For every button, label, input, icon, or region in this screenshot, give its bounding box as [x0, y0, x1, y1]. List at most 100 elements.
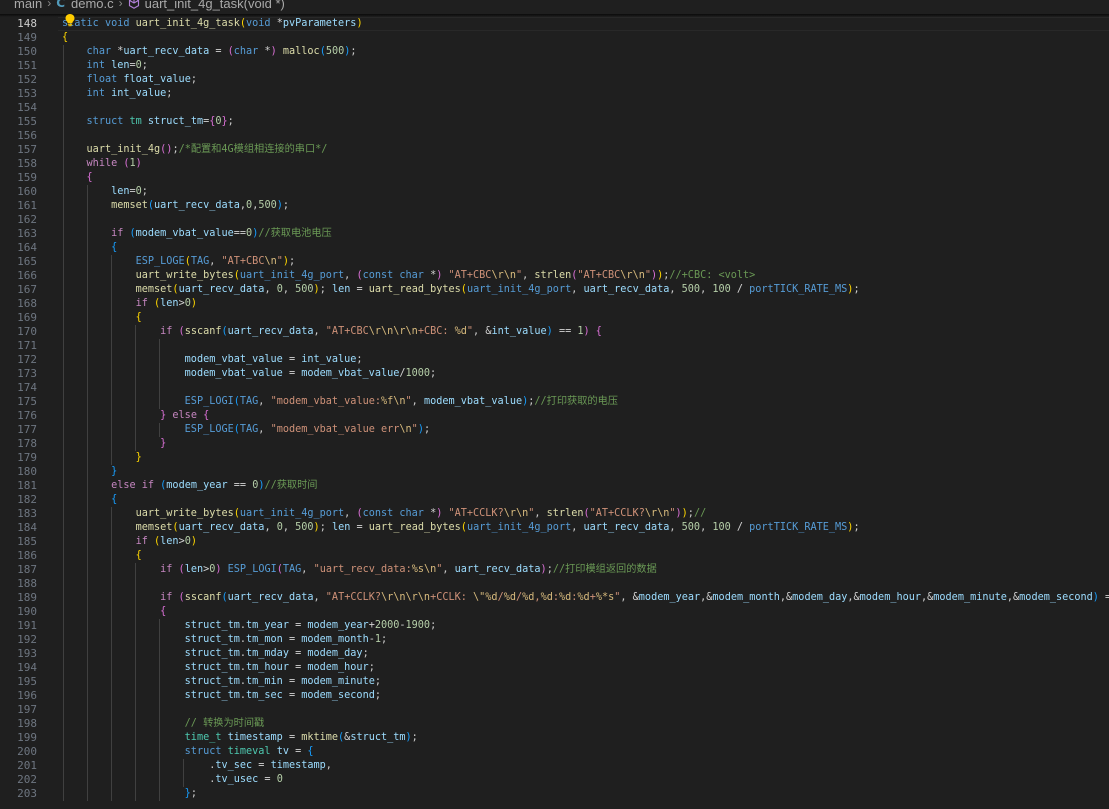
code-line[interactable]: struct tm struct_tm={0};	[62, 115, 1109, 129]
line-number: 191	[17, 619, 37, 632]
code-token: %s\n	[411, 564, 437, 575]
code-line[interactable]: {	[62, 549, 1109, 563]
code-line[interactable]: .tv_usec = 0	[62, 773, 1109, 787]
code-line[interactable]: {	[62, 605, 1109, 619]
code-token: ,	[325, 760, 332, 771]
breadcrumb-folder[interactable]: main	[0, 0, 42, 14]
code-token: =	[282, 732, 302, 743]
code-token: %d	[503, 592, 516, 603]
code-token: tm	[129, 116, 148, 127]
line-number: 187	[17, 563, 37, 576]
code-line[interactable]: struct_tm.tm_sec = modem_second;	[62, 689, 1109, 703]
code-token: modem_year	[638, 592, 701, 603]
code-line[interactable]: // 转换为时间戳	[62, 717, 1109, 731]
code-token: uart_recv_data	[227, 592, 314, 603]
code-token: {	[160, 606, 167, 617]
code-token: ;	[350, 46, 357, 57]
code-line[interactable]: modem_vbat_value = modem_vbat_value/1000…	[62, 367, 1109, 381]
code-token: float_value	[123, 74, 191, 85]
code-token: ESP_LOGE	[135, 256, 185, 267]
code-token: ;	[423, 424, 431, 435]
vertical-scrollbar[interactable]	[1095, 14, 1109, 809]
code-token: uart_recv_data	[123, 46, 210, 57]
code-line[interactable]: uart_write_bytes(uart_init_4g_port, (con…	[62, 507, 1109, 521]
code-line[interactable]: struct_tm.tm_min = modem_minute;	[62, 675, 1109, 689]
code-line[interactable]: if (len>0)	[62, 535, 1109, 549]
code-line[interactable]: {	[62, 171, 1109, 185]
breadcrumb-symbol-label: uart_init_4g_task(void *)	[144, 0, 285, 11]
code-line[interactable]: }	[62, 451, 1109, 465]
code-line[interactable]: int int_value;	[62, 87, 1109, 101]
code-line[interactable]: }	[62, 437, 1109, 451]
code-line[interactable]: float float_value;	[62, 73, 1109, 87]
code-token: uart_recv_data	[583, 522, 670, 533]
code-line[interactable]: if (modem_vbat_value==0)//获取电池电压	[62, 227, 1109, 241]
code-line[interactable]	[62, 703, 1109, 717]
code-line[interactable]: {	[62, 241, 1109, 255]
code-line[interactable]: while (1)	[62, 157, 1109, 171]
code-token: =	[350, 522, 369, 533]
line-number: 177	[17, 423, 37, 436]
line-number: 188	[17, 577, 37, 590]
line-number: 162	[17, 213, 37, 226]
line-number: 167	[17, 283, 37, 296]
code-line[interactable]: if (sscanf(uart_recv_data, "AT+CBC\r\n\r…	[62, 325, 1109, 339]
code-token: 500	[681, 522, 701, 533]
code-token: int	[86, 88, 112, 99]
code-line[interactable]: struct_tm.tm_mday = modem_day;	[62, 647, 1109, 661]
code-line[interactable]: memset(uart_recv_data, 0, 500); len = ua…	[62, 283, 1109, 297]
code-line[interactable]: else if (modem_year == 0)//获取时间	[62, 479, 1109, 493]
code-line[interactable]	[62, 213, 1109, 227]
code-line[interactable]: char *uart_recv_data = (char *) malloc(5…	[62, 45, 1109, 59]
code-line[interactable]: memset(uart_recv_data, 0, 500); len = ua…	[62, 521, 1109, 535]
code-line[interactable]: modem_vbat_value = int_value;	[62, 353, 1109, 367]
line-number: 166	[17, 269, 37, 282]
code-line[interactable]: {	[62, 31, 1109, 45]
code-line[interactable]: } else {	[62, 409, 1109, 423]
code-token: portTICK_RATE_MS	[749, 522, 848, 533]
code-line[interactable]	[62, 381, 1109, 395]
code-token: "AT+CBC	[577, 270, 621, 281]
code-line[interactable]: time_t timestamp = mktime(&struct_tm);	[62, 731, 1109, 745]
code-line[interactable]	[62, 577, 1109, 591]
code-line[interactable]: static void uart_init_4g_task(void *pvPa…	[62, 17, 1109, 31]
code-line[interactable]: {	[62, 311, 1109, 325]
code-line[interactable]: uart_write_bytes(uart_init_4g_port, (con…	[62, 269, 1109, 283]
breadcrumb-symbol[interactable]: uart_init_4g_task(void *)	[128, 0, 285, 14]
code-line[interactable]: .tv_sec = timestamp,	[62, 759, 1109, 773]
code-line[interactable]: {	[62, 493, 1109, 507]
code-line[interactable]: int len=0;	[62, 59, 1109, 73]
editor-text-area[interactable]: 1471481491501511521531541551561571581591…	[0, 14, 1109, 809]
code-line[interactable]: struct_tm.tm_year = modem_year+2000-1900…	[62, 619, 1109, 633]
code-token: uart_init_4g_port	[239, 270, 345, 281]
code-content[interactable]: static void uart_init_4g_task(void *pvPa…	[62, 14, 1109, 801]
code-token: strlen	[534, 270, 572, 281]
code-line[interactable]: struct_tm.tm_mon = modem_month-1;	[62, 633, 1109, 647]
code-token: \r\n	[644, 508, 670, 519]
code-line[interactable]: };	[62, 787, 1109, 801]
code-line[interactable]: if (len>0) ESP_LOGI(TAG, "uart_recv_data…	[62, 563, 1109, 577]
code-line[interactable]	[62, 101, 1109, 115]
code-line[interactable]: if (len>0)	[62, 297, 1109, 311]
code-line[interactable]: memset(uart_recv_data,0,500);	[62, 199, 1109, 213]
code-line[interactable]: len=0;	[62, 185, 1109, 199]
code-token: 100	[712, 522, 731, 533]
lightbulb-icon[interactable]	[64, 12, 76, 27]
code-token: =	[282, 368, 302, 379]
code-line[interactable]: struct timeval tv = {	[62, 745, 1109, 759]
code-line[interactable]: struct_tm.tm_hour = modem_hour;	[62, 661, 1109, 675]
code-line[interactable]: ESP_LOGE(TAG, "modem_vbat_value err\n");	[62, 423, 1109, 437]
code-line[interactable]	[62, 339, 1109, 353]
code-line[interactable]: if (sscanf(uart_recv_data, "AT+CCLK?\r\n…	[62, 591, 1109, 605]
code-line[interactable]: uart_init_4g();/*配置和4G模组相连接的串口*/	[62, 143, 1109, 157]
code-line[interactable]: ESP_LOGI(TAG, "modem_vbat_value:%f\n", m…	[62, 395, 1109, 409]
code-line[interactable]: }	[62, 465, 1109, 479]
code-line[interactable]	[62, 129, 1109, 143]
code-line[interactable]: ESP_LOGE(TAG, "AT+CBC\n");	[62, 255, 1109, 269]
indent-guide	[63, 45, 64, 801]
